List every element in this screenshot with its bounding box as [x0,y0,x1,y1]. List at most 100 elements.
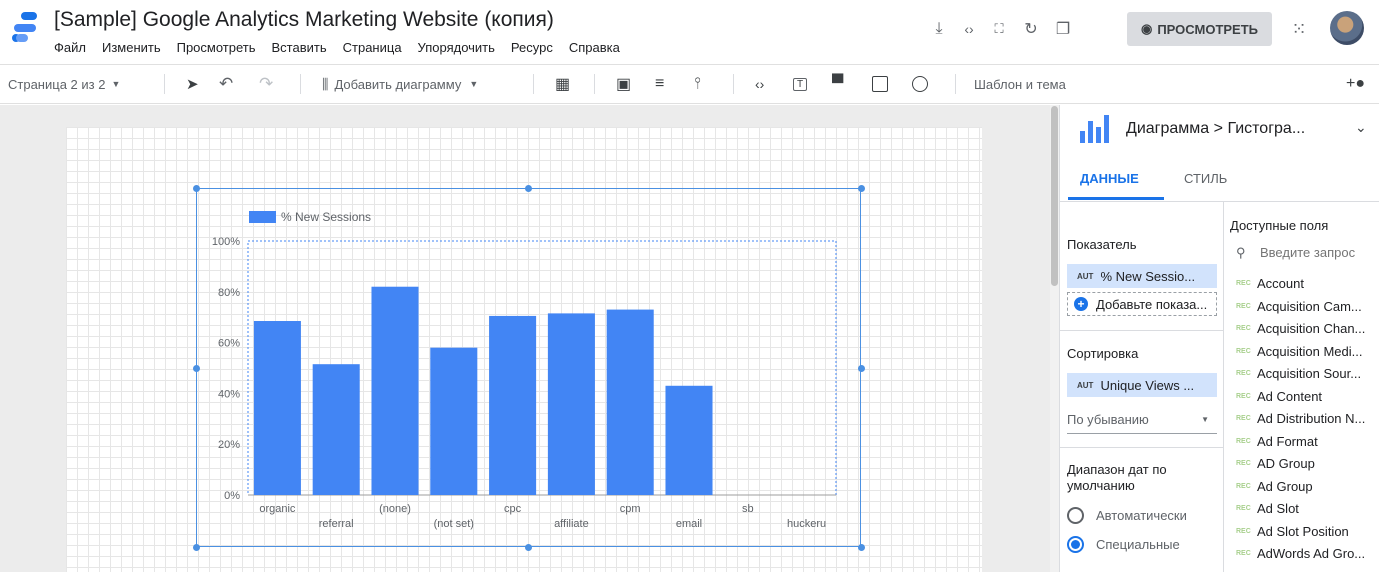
embed-code-icon[interactable]: ‹› [958,18,980,40]
filter-icon[interactable]: ≡ [655,65,664,103]
field-type-badge: REC [1236,370,1251,377]
menu-item[interactable]: Вставить [272,40,327,55]
y-tick-label: 100% [212,236,240,248]
available-field-item[interactable]: REC Account [1236,276,1304,291]
add-chart-button[interactable]: ⫼ Добавить диаграмму ▼ [322,65,478,103]
field-type-badge: REC [1236,347,1251,355]
tab-style[interactable]: СТИЛЬ [1184,171,1227,186]
menu-item[interactable]: Справка [569,40,620,55]
fullscreen-icon[interactable]: ⛶ [988,18,1010,40]
available-field-name: Ad Slot [1257,501,1299,516]
x-tick-label: (none) [379,503,411,515]
url-embed-icon[interactable]: ‹› [755,65,764,103]
menu-item[interactable]: Упорядочить [418,40,495,55]
y-tick-label: 0% [224,490,240,502]
redo-icon[interactable]: ↷ [259,65,273,103]
sort-field-chip[interactable]: AUT Unique Views ... [1067,373,1217,397]
avatar[interactable] [1330,11,1364,45]
available-field-name: Ad Group [1257,478,1313,494]
search-icon: ⚲ [1236,245,1246,260]
available-field-item[interactable]: REC Ad Distribution N... [1236,411,1365,426]
chart-bar [312,364,360,495]
menu-item[interactable]: Изменить [102,40,161,55]
date-range-label: Диапазон дат по умолчанию [1067,462,1167,493]
menu-bar: Файл Изменить Просмотреть Вставить Страница У… [54,40,636,55]
theme-button[interactable]: Шаблон и тема [974,65,1066,103]
available-field-item[interactable]: REC Ad Content [1236,389,1322,404]
rectangle-icon[interactable] [872,65,888,103]
document-title[interactable]: [Sample] Google Analytics Marketing Webs… [54,8,554,32]
available-field-item[interactable]: REC Ad Slot [1236,501,1299,516]
bar-chart[interactable]: 0% 20% 40% 60% 80% 100% % New Sessions organic r… [196,188,861,547]
x-tick-label: sb [742,503,754,515]
apps-grid-icon[interactable]: ⁙ [1288,18,1310,40]
date-option-custom[interactable]: Специальные [1067,536,1180,553]
data-studio-logo-icon[interactable] [10,10,40,44]
select-cursor-icon[interactable]: ➤ [186,65,199,103]
available-field-name: Acquisition Cam... [1257,298,1362,314]
bar-chart-icon [1080,113,1109,143]
available-field-item[interactable]: REC Acquisition Medi... [1236,344,1363,359]
scrollbar-thumb[interactable] [1051,106,1058,286]
available-field-item[interactable]: REC Acquisition Cam... [1236,299,1362,314]
text-icon[interactable]: T [793,65,808,103]
panel-divider [1223,202,1224,572]
section-divider [1059,447,1223,448]
available-field-item[interactable]: REC Ad Format [1236,434,1318,449]
toolbar-divider [164,74,165,94]
image-icon[interactable]: ▀ [832,65,843,103]
metric-label: Показатель [1067,237,1137,252]
available-field-item[interactable]: REC Acquisition Sour... [1236,366,1361,381]
y-tick-label: 40% [218,388,240,400]
x-tick-label: cpc [504,503,522,515]
toolbar-divider [594,74,595,94]
date-option-auto[interactable]: Автоматически [1067,507,1187,524]
available-field-item[interactable]: REC Acquisition Chan... [1236,321,1365,336]
available-field-item[interactable]: REC AdWords Ad Gro... [1236,546,1365,561]
x-tick-label: affiliate [554,518,589,530]
circle-icon[interactable] [912,65,928,103]
sort-order-select[interactable]: По убыванию ▼ [1067,406,1217,434]
page-selector[interactable]: Страница 2 из 2 ▼ [8,65,120,103]
legend-swatch [249,211,276,223]
undo-icon[interactable]: ↶ [219,65,233,103]
menu-item[interactable]: Просмотреть [177,40,256,55]
download-icon[interactable]: ⤓ [928,18,950,40]
chart-bar [371,286,419,495]
field-search-input[interactable] [1260,241,1379,263]
add-user-icon[interactable]: +● [1346,65,1365,103]
available-field-name: AdWords Ad Gro... [1257,546,1366,561]
menu-item[interactable]: Файл [54,40,86,55]
preview-button[interactable]: ◉ ПРОСМОТРЕТЬ [1127,12,1272,46]
available-field-name: Acquisition Sour... [1257,366,1362,381]
available-field-name: Acquisition Medi... [1257,343,1363,359]
preview-button-label: ПРОСМОТРЕТЬ [1157,21,1259,37]
available-field-name: AD Group [1257,456,1315,471]
data-control-icon[interactable]: ⫯ [694,65,701,103]
sort-field-name: Unique Views ... [1100,377,1195,393]
chart-type-breadcrumb[interactable]: Диаграмма > Гистогра... [1126,120,1305,138]
add-metric-button[interactable]: + Добавьте показа... [1067,292,1217,316]
menu-item[interactable]: Страница [343,40,402,55]
metric-field-chip[interactable]: AUT % New Sessio... [1067,264,1217,288]
chevron-down-icon: ▼ [111,79,121,89]
available-fields-label: Доступные поля [1230,218,1329,233]
y-tick-label: 60% [218,338,240,350]
radio-unchecked-icon [1067,507,1084,524]
sort-order-value: По убыванию [1067,412,1149,427]
x-tick-label: huckeru [787,518,826,530]
x-tick-label: email [676,518,702,530]
menu-item[interactable]: Ресурс [511,40,553,55]
refresh-icon[interactable]: ↻ [1020,18,1042,40]
copy-icon[interactable]: ❐ [1052,18,1074,40]
date-range-icon[interactable]: ▣ [616,65,631,103]
add-control-icon[interactable]: ▦ [555,65,570,103]
available-field-item[interactable]: REC Ad Slot Position [1236,524,1349,539]
available-field-item[interactable]: REC AD Group [1236,456,1315,471]
available-field-item[interactable]: REC Ad Group [1236,479,1313,494]
chevron-down-icon[interactable]: ⌄ [1355,119,1367,136]
tab-data[interactable]: ДАННЫЕ [1080,171,1139,186]
metric-type-badge: AUT [1077,271,1094,281]
date-option-custom-label: Специальные [1096,537,1180,552]
x-tick-label: cpm [620,503,641,515]
